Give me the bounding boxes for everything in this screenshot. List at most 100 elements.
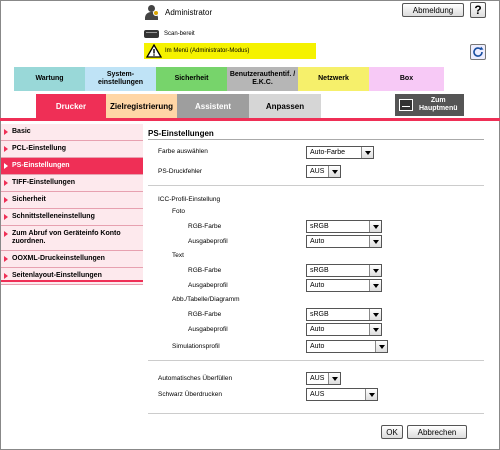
- sidebar-item-label: Schnittstelleneinstellung: [12, 213, 95, 220]
- foto-ausgabe-label: Ausgabeprofil: [188, 238, 228, 245]
- icc-label: ICC-Profil-Einstellung: [158, 196, 221, 203]
- user-info: Administrator: [144, 4, 212, 20]
- section-divider: [148, 413, 484, 414]
- text-ausgabe-select[interactable]: Auto: [306, 279, 382, 292]
- home-menu-label: Zum Hauptmenü: [419, 97, 458, 112]
- username: Administrator: [165, 7, 213, 17]
- schwarz-label: Schwarz Überdrucken: [158, 391, 222, 398]
- sidebar-item-label: Basic: [12, 128, 31, 135]
- farbe-select-value: Auto-Farbe: [310, 149, 346, 156]
- tab-box[interactable]: Box: [369, 67, 444, 91]
- foto-rgb-select[interactable]: sRGB: [306, 220, 382, 233]
- text-ausgabe-value: Auto: [310, 282, 325, 289]
- tab-wartung[interactable]: Wartung: [14, 67, 85, 91]
- chevron-down-icon: [361, 147, 373, 158]
- chevron-down-icon: [369, 280, 381, 291]
- abb-ausgabe-select[interactable]: Auto: [306, 323, 382, 336]
- sidebar-item-konto[interactable]: Zum Abruf von Geräteinfo Konto zuordnen.: [1, 226, 143, 251]
- sidebar-item-basic[interactable]: Basic: [1, 124, 143, 141]
- foto-ausgabe-value: Auto: [310, 238, 325, 245]
- abb-ausgabe-value: Auto: [310, 326, 325, 333]
- tab-benutzer-label: Benutzerauthentif. / E.K.C.: [229, 71, 296, 86]
- sidebar-item-sicherheit[interactable]: Sicherheit: [1, 192, 143, 209]
- sidebar-item-label: PS-Einstellungen: [12, 162, 70, 169]
- arrow-right-icon: [4, 180, 8, 186]
- refresh-icon: [473, 46, 484, 57]
- sidebar-item-schnittstelle[interactable]: Schnittstelleneinstellung: [1, 209, 143, 226]
- arrow-right-icon: [4, 256, 8, 262]
- sidebar-item-ps[interactable]: PS-Einstellungen: [1, 158, 143, 175]
- scan-status: Scan-bereit: [144, 29, 195, 39]
- chevron-down-icon: [369, 309, 381, 320]
- scanner-icon: [144, 30, 159, 38]
- ueberfuellen-select[interactable]: AUS: [306, 372, 341, 385]
- sidebar-item-label: PCL-Einstellung: [12, 145, 67, 152]
- page-title: PS-Einstellungen: [148, 129, 214, 138]
- tab-systemeinstellungen[interactable]: System- einstellungen: [85, 67, 156, 91]
- sidebar-item-label: TIFF-Einstellungen: [12, 179, 75, 186]
- abb-label: Abb./Tabelle/Diagramm: [172, 296, 240, 303]
- druckfehler-select[interactable]: AUS: [306, 165, 341, 178]
- ok-button[interactable]: OK: [381, 425, 403, 439]
- logout-button[interactable]: Abmeldung: [402, 3, 464, 17]
- arrow-right-icon: [4, 273, 8, 279]
- tab-assistent[interactable]: Assistent: [177, 94, 249, 118]
- foto-ausgabe-select[interactable]: Auto: [306, 235, 382, 248]
- tab-systemeinstellungen-label: System- einstellungen: [97, 71, 144, 86]
- tab-drucker[interactable]: Drucker: [36, 94, 106, 118]
- chevron-down-icon: [369, 221, 381, 232]
- chevron-down-icon: [369, 324, 381, 335]
- arrow-right-icon: [4, 163, 8, 169]
- ueberfuellen-label: Automatisches Überfüllen: [158, 375, 233, 382]
- arrow-right-icon: [4, 231, 8, 237]
- text-label: Text: [172, 252, 184, 259]
- scan-status-text: Scan-bereit: [164, 31, 195, 37]
- sidebar-item-ooxml[interactable]: OOXML-Druckeinstellungen: [1, 251, 143, 268]
- abb-ausgabe-label: Ausgabeprofil: [188, 326, 228, 333]
- home-menu-button[interactable]: Zum Hauptmenü: [395, 94, 464, 116]
- tab-anpassen[interactable]: Anpassen: [249, 94, 321, 118]
- farbe-select[interactable]: Auto-Farbe: [306, 146, 374, 159]
- sidebar-item-pcl[interactable]: PCL-Einstellung: [1, 141, 143, 158]
- simulation-select[interactable]: Auto: [306, 340, 388, 353]
- refresh-button[interactable]: [470, 44, 486, 60]
- druckfehler-label: PS-Druckfehler: [158, 168, 203, 175]
- tab-benutzerauthentifizierung[interactable]: Benutzerauthentif. / E.K.C.: [227, 67, 298, 91]
- tab-sicherheit[interactable]: Sicherheit: [156, 67, 227, 91]
- text-rgb-select[interactable]: sRGB: [306, 264, 382, 277]
- foto-rgb-label: RGB-Farbe: [188, 223, 222, 230]
- schwarz-select[interactable]: AUS: [306, 388, 378, 401]
- abb-rgb-label: RGB-Farbe: [188, 311, 222, 318]
- chevron-down-icon: [328, 166, 340, 177]
- sidebar-item-tiff[interactable]: TIFF-Einstellungen: [1, 175, 143, 192]
- arrow-right-icon: [4, 146, 8, 152]
- warning-icon: [146, 44, 162, 58]
- foto-rgb-value: sRGB: [310, 223, 329, 230]
- section-divider: [148, 360, 484, 361]
- sidebar-item-label: Sicherheit: [12, 196, 46, 203]
- arrow-right-icon: [4, 197, 8, 203]
- tab-netzwerk[interactable]: Netzwerk: [298, 67, 369, 91]
- farbe-label: Farbe auswählen: [158, 148, 208, 155]
- chevron-down-icon: [365, 389, 377, 400]
- sidebar-item-label: Zum Abruf von Geräteinfo Konto zuordnen.: [12, 230, 121, 245]
- text-rgb-value: sRGB: [310, 267, 329, 274]
- mode-status-text: Im Menü (Administrator-Modus): [165, 48, 250, 54]
- chevron-down-icon: [375, 341, 387, 352]
- sidebar: Basic PCL-Einstellung PS-Einstellungen T…: [1, 124, 143, 285]
- mode-status: Im Menü (Administrator-Modus): [144, 43, 316, 59]
- abb-rgb-select[interactable]: sRGB: [306, 308, 382, 321]
- foto-label: Foto: [172, 208, 186, 215]
- sidebar-bottom-line: [1, 280, 143, 282]
- abb-rgb-value: sRGB: [310, 311, 329, 318]
- sidebar-item-label: Seitenlayout-Einstellungen: [12, 272, 102, 279]
- cancel-button[interactable]: Abbrechen: [407, 425, 467, 439]
- sidebar-item-label: OOXML-Druckeinstellungen: [12, 255, 105, 262]
- admin-user-icon: [144, 4, 159, 20]
- sidebar-item-seitenlayout[interactable]: Seitenlayout-Einstellungen: [1, 268, 143, 285]
- tab-zielregistrierung[interactable]: Zielregistrierung: [106, 94, 177, 118]
- text-ausgabe-label: Ausgabeprofil: [188, 282, 228, 289]
- help-button[interactable]: ?: [470, 2, 486, 18]
- chevron-down-icon: [328, 373, 340, 384]
- simulation-label: Simulationsprofil: [172, 343, 220, 350]
